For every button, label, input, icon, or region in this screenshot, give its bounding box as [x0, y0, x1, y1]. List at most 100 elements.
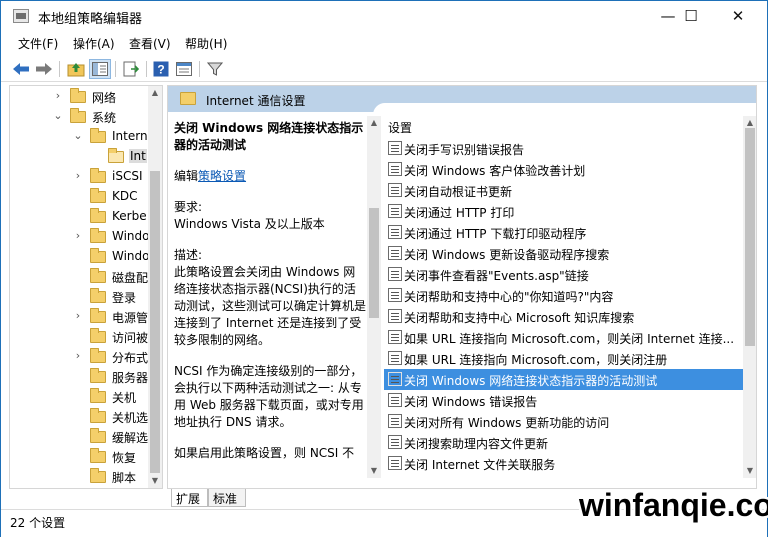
policy-setting-label: 关闭 Windows 更新设备驱动程序搜索 — [404, 248, 610, 262]
tree-item[interactable]: KDC — [10, 187, 152, 207]
group-policy-app-icon — [13, 9, 29, 23]
tree-item-selected[interactable]: Int — [10, 147, 152, 167]
show-hide-tree-icon[interactable] — [89, 59, 111, 79]
requirements: 要求: Windows Vista 及以上版本 — [174, 200, 325, 231]
tree-item-label: Kerbe — [112, 209, 147, 223]
policy-setting-row[interactable]: 关闭对所有 Windows 更新功能的访问 — [384, 411, 744, 432]
tab-standard[interactable]: 标准 — [208, 489, 246, 507]
scroll-up-arrow-icon[interactable]: ▲ — [367, 116, 381, 130]
export-list-icon[interactable] — [120, 59, 142, 79]
tree-item[interactable]: ⌄ Interne — [10, 127, 155, 147]
policy-setting-row[interactable]: 如果 URL 连接指向 Microsoft.com，则关闭注册 — [384, 348, 744, 369]
app-window: 本地组策略编辑器 — ☐ ✕ 文件(F) 操作(A) 查看(V) 帮助(H) ? — [0, 0, 768, 537]
column-header-setting[interactable]: 设置 — [388, 119, 412, 136]
forward-arrow-icon[interactable] — [33, 59, 55, 79]
help-icon[interactable]: ? — [150, 59, 172, 79]
policy-setting-icon — [388, 456, 402, 470]
tree-item[interactable]: 关机选 — [10, 407, 152, 427]
tree-item[interactable]: 磁盘配 — [10, 267, 152, 287]
folder-icon — [90, 128, 106, 143]
expand-chevron-icon[interactable]: › — [52, 89, 64, 103]
policy-setting-row[interactable]: 关闭帮助和支持中心的"你知道吗?"内容 — [384, 285, 744, 306]
edit-policy-link[interactable]: 策略设置 — [198, 169, 246, 183]
tree-item-label: Windo — [112, 229, 150, 243]
menu-action[interactable]: 操作(A) — [73, 35, 115, 52]
expand-chevron-icon[interactable]: › — [72, 169, 84, 183]
policy-setting-row-selected[interactable]: 关闭 Windows 网络连接状态指示器的活动测试 — [384, 369, 744, 390]
tree-item[interactable]: 登录 — [10, 287, 152, 307]
policy-setting-row[interactable]: 如果 URL 连接指向 Microsoft.com，则关闭 Internet 连… — [384, 327, 744, 348]
expand-chevron-icon[interactable]: › — [72, 309, 84, 323]
policy-setting-row[interactable]: 关闭搜索助理内容文件更新 — [384, 432, 744, 453]
tree-item-label: 系统 — [92, 111, 117, 125]
policy-setting-icon — [388, 372, 402, 386]
tree-item[interactable]: 脚本 — [10, 467, 152, 487]
settings-scroll-thumb[interactable] — [745, 128, 755, 346]
policy-setting-icon — [388, 351, 402, 365]
policy-setting-row[interactable]: 关闭 Windows 错误报告 — [384, 390, 744, 411]
collapse-chevron-icon[interactable]: ⌄ — [72, 129, 84, 143]
tree-item[interactable]: › 分布式 — [10, 347, 152, 367]
menu-help[interactable]: 帮助(H) — [185, 35, 227, 52]
folder-icon — [90, 368, 106, 383]
description-scroll-thumb[interactable] — [369, 208, 379, 318]
tree-item[interactable]: Windo — [10, 247, 152, 267]
folder-icon — [70, 88, 86, 103]
tab-extended[interactable]: 扩展 — [171, 489, 208, 507]
menu-view[interactable]: 查看(V) — [129, 35, 171, 52]
properties-icon[interactable] — [173, 59, 195, 79]
tree-item[interactable]: 关机 — [10, 387, 152, 407]
collapse-chevron-icon[interactable]: ⌄ — [52, 109, 64, 123]
folder-icon — [90, 348, 106, 363]
policy-setting-icon — [388, 414, 402, 428]
scroll-down-arrow-icon[interactable]: ▼ — [743, 464, 756, 478]
settings-scrollbar[interactable]: ▲ ▼ — [743, 116, 756, 478]
policy-setting-label: 关闭通过 HTTP 打印 — [404, 206, 515, 220]
tree-item[interactable]: ⌄ 系统 — [10, 107, 152, 127]
policy-setting-row[interactable]: 关闭 Internet 文件关联服务 — [384, 453, 744, 474]
policy-setting-row[interactable]: 关闭手写识别错误报告 — [384, 138, 744, 159]
tree-item[interactable]: 缓解选 — [10, 427, 152, 447]
up-folder-icon[interactable] — [65, 59, 87, 79]
policy-setting-row[interactable]: 关闭通过 HTTP 打印 — [384, 201, 744, 222]
folder-icon — [90, 408, 106, 423]
details-pane: Internet 通信设置 关闭 Windows 网络连接状态指示器的活动测试 … — [167, 85, 757, 489]
folder-icon — [90, 208, 106, 223]
policy-setting-row[interactable]: 关闭 Windows 客户体验改善计划 — [384, 159, 744, 180]
policy-setting-row[interactable]: 关闭事件查看器"Events.asp"链接 — [384, 264, 744, 285]
scroll-down-arrow-icon[interactable]: ▼ — [148, 474, 162, 488]
menu-file[interactable]: 文件(F) — [18, 35, 58, 52]
scroll-down-arrow-icon[interactable]: ▼ — [367, 464, 381, 478]
tree-item[interactable]: › 电源管 — [10, 307, 152, 327]
description-body-3: 如果启用此策略设置，则 NCSI 不 — [174, 446, 355, 460]
tree-item[interactable]: Kerbe — [10, 207, 152, 227]
description-scrollbar[interactable]: ▲ ▼ — [367, 116, 381, 478]
policy-setting-row[interactable]: 关闭自动根证书更新 — [384, 180, 744, 201]
tree-item[interactable]: › iSCSI — [10, 167, 152, 187]
expand-chevron-icon[interactable]: › — [72, 349, 84, 363]
tree-item-label: 服务器 — [112, 371, 149, 385]
maximize-button[interactable]: ☐ — [668, 1, 714, 32]
tree-scrollbar[interactable]: ▲ ▼ — [148, 86, 162, 488]
title-bar: 本地组策略编辑器 — ☐ ✕ — [1, 1, 767, 32]
scroll-up-arrow-icon[interactable]: ▲ — [148, 86, 162, 100]
policy-setting-row[interactable]: 关闭通过 HTTP 下载打印驱动程序 — [384, 222, 744, 243]
policy-setting-row[interactable]: 关闭帮助和支持中心 Microsoft 知识库搜索 — [384, 306, 744, 327]
policy-setting-label: 关闭帮助和支持中心的"你知道吗?"内容 — [404, 290, 614, 304]
description-body-2: NCSI 作为确定连接级别的一部分，会执行以下两种活动测试之一: 从专用 Web… — [174, 364, 364, 429]
tree-item[interactable]: 服务器 — [10, 367, 152, 387]
expand-chevron-icon[interactable]: › — [72, 229, 84, 243]
close-button[interactable]: ✕ — [715, 1, 761, 32]
folder-icon — [90, 248, 106, 263]
tree-item[interactable]: 恢复 — [10, 447, 152, 467]
filter-icon[interactable] — [204, 59, 226, 79]
tree-item-label: 恢复 — [112, 451, 137, 465]
back-arrow-icon[interactable] — [10, 59, 32, 79]
policy-setting-icon — [388, 246, 402, 260]
watermark: winfanqie.com — [579, 487, 768, 523]
tree-item[interactable]: 访问被 — [10, 327, 152, 347]
tree-item[interactable]: › Windo — [10, 227, 152, 247]
policy-setting-row[interactable]: 关闭 Windows 更新设备驱动程序搜索 — [384, 243, 744, 264]
tree-item[interactable]: › 网络 — [10, 87, 152, 107]
tree-scroll-thumb[interactable] — [150, 171, 160, 473]
